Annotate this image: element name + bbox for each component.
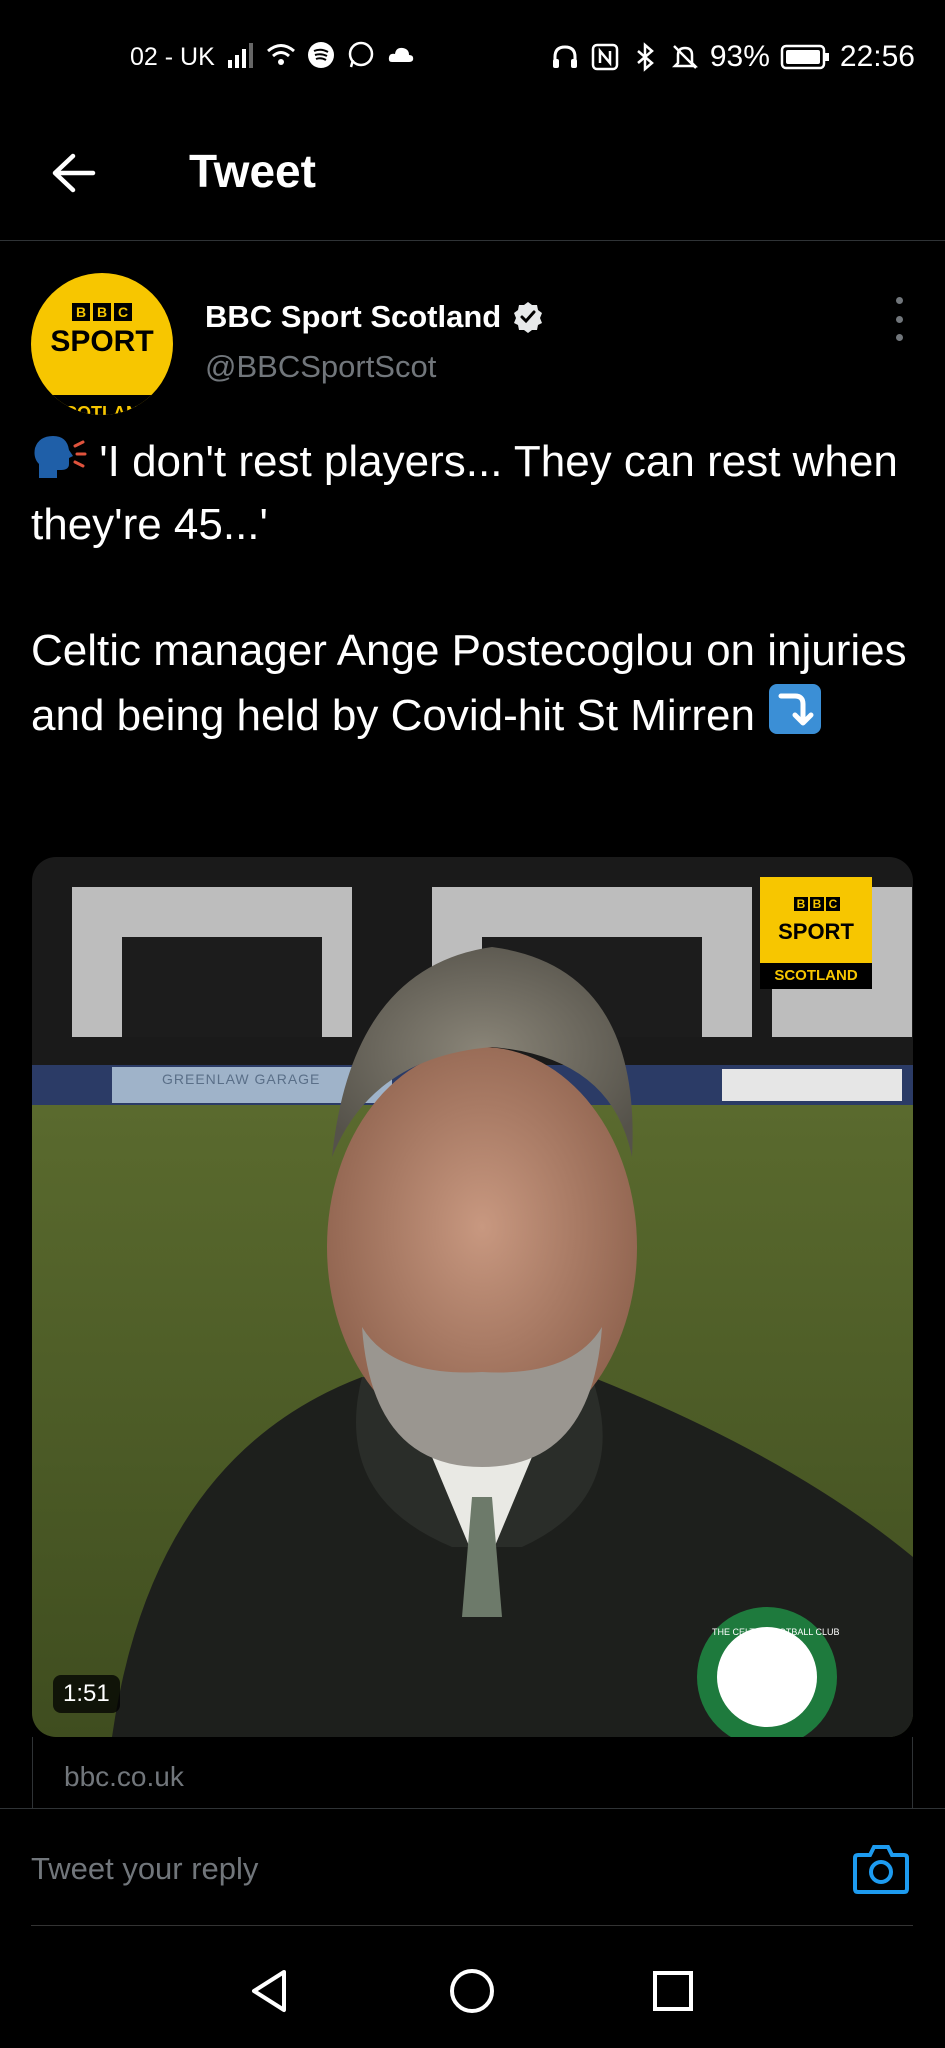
arrow-left-icon bbox=[52, 153, 96, 193]
more-dot bbox=[895, 297, 903, 304]
top-app-bar: Tweet bbox=[0, 118, 945, 241]
pitch-sign-text: GREENLAW GARAGE bbox=[162, 1071, 321, 1087]
nfc-icon bbox=[591, 43, 619, 71]
headphones-icon bbox=[552, 45, 577, 68]
avatar-region-text: SCOTLAND bbox=[52, 403, 152, 415]
more-options-button[interactable] bbox=[889, 297, 909, 341]
wifi-icon bbox=[267, 44, 295, 65]
arrow-right-hook-down-icon bbox=[769, 684, 822, 734]
author-name-line[interactable]: BBC Sport Scotland bbox=[205, 299, 545, 335]
reply-input[interactable]: Tweet your reply bbox=[31, 1851, 258, 1887]
battery-icon bbox=[780, 44, 829, 70]
bbc-logo: B B C bbox=[31, 303, 173, 321]
signal-icon bbox=[228, 43, 253, 68]
bbc-letter: B bbox=[72, 303, 90, 321]
more-dot bbox=[895, 334, 903, 341]
watermark-bbc-letter: B bbox=[810, 897, 824, 911]
video-duration-badge: 1:51 bbox=[53, 1675, 120, 1713]
bluetooth-icon bbox=[637, 42, 654, 72]
video-player[interactable]: B B C SPORT SCOTLAND GREENLAW GARAGE THE… bbox=[32, 857, 913, 1737]
bbc-letter: C bbox=[114, 303, 132, 321]
status-icons-left bbox=[226, 40, 416, 70]
carrier-label: 02 - UK bbox=[130, 43, 215, 71]
battery-percent: 93% bbox=[709, 40, 770, 73]
recents-square-icon[interactable] bbox=[648, 1966, 698, 2016]
tweet-text: 'I don't rest players... They can rest w… bbox=[31, 430, 911, 747]
author-handle[interactable]: @BBCSportScot bbox=[205, 349, 436, 385]
home-circle-icon[interactable] bbox=[447, 1966, 497, 2016]
tweet-text-paragraph-2: Celtic manager Ange Postecoglou on injur… bbox=[31, 619, 911, 747]
status-icons-right: 93% 22:56 bbox=[550, 40, 915, 74]
link-domain: bbc.co.uk bbox=[64, 1761, 184, 1792]
reply-bar: Tweet your reply bbox=[0, 1808, 945, 1927]
tweet-text-line-1: 'I don't rest players... They can rest w… bbox=[31, 437, 898, 549]
crest-text: THE CELTIC FOOTBALL CLUB bbox=[712, 1627, 840, 1637]
system-nav-bar bbox=[0, 1926, 945, 2048]
mute-icon bbox=[671, 45, 698, 69]
tweet-text-paragraph-1: 'I don't rest players... They can rest w… bbox=[31, 430, 911, 556]
link-card[interactable]: bbc.co.uk bbox=[32, 1737, 913, 1813]
camera-icon[interactable] bbox=[852, 1841, 910, 1895]
whatsapp-icon bbox=[348, 41, 374, 68]
verified-badge-icon bbox=[514, 302, 543, 333]
status-bar: 02 - UK 93% 22:56 bbox=[0, 0, 945, 118]
author-display-name: BBC Sport Scotland bbox=[205, 299, 502, 334]
watermark-region: SCOTLAND bbox=[774, 967, 858, 984]
speaking-head-icon bbox=[34, 436, 87, 478]
page-title: Tweet bbox=[189, 145, 316, 197]
watermark-bbc-letter: B bbox=[794, 897, 808, 911]
cloud-icon bbox=[388, 47, 414, 62]
watermark-bbc-letter: C bbox=[826, 897, 840, 911]
video-thumbnail bbox=[32, 857, 913, 1737]
bbc-letter: B bbox=[93, 303, 111, 321]
back-button[interactable] bbox=[44, 143, 104, 203]
avatar-sport-text: SPORT bbox=[50, 325, 154, 358]
clock: 22:56 bbox=[839, 40, 915, 73]
watermark-sport: SPORT bbox=[778, 919, 854, 944]
avatar[interactable]: B B C SPORT SCOTLAND bbox=[31, 273, 173, 415]
more-dot bbox=[895, 315, 903, 323]
spotify-icon bbox=[308, 42, 334, 68]
watermark-bbc: B B C bbox=[767, 897, 867, 911]
back-triangle-icon[interactable] bbox=[244, 1966, 294, 2016]
